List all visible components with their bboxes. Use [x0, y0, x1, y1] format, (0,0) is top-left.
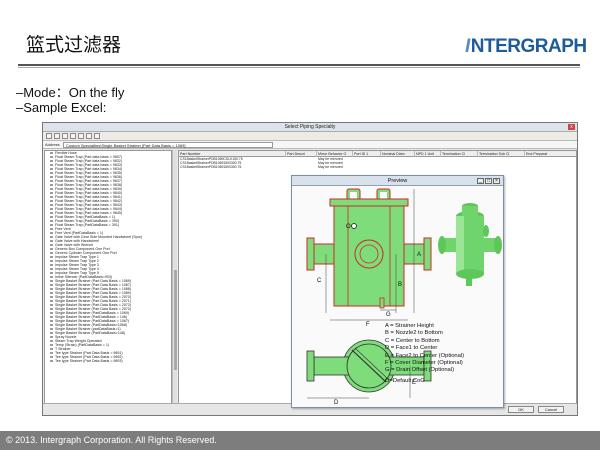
preview-window: Preview _ □ × O A B C G F D E A = Strain… — [291, 175, 504, 408]
inlet-nozzle — [313, 243, 335, 265]
minimize-icon[interactable]: _ — [477, 178, 484, 184]
specialty-tree[interactable]: Flexible Hose Float Steam Trap (Part data… — [44, 150, 172, 404]
legend-item: F = Cover Diameter (Optional) — [385, 360, 463, 367]
grid-row[interactable]: CS1BasketStrainerPDB10691500300.75 May be… — [179, 165, 576, 169]
title-rule-thin — [18, 67, 580, 68]
svg-text:G: G — [386, 312, 391, 318]
footer-bar: © 2013. Intergraph Corporation. All Righ… — [0, 431, 600, 450]
bullet-mode: –Mode：On the fly — [16, 85, 125, 100]
address-bar: Address Custom Specialties\Single Basket… — [43, 141, 577, 149]
cover-flange — [329, 198, 409, 207]
cog-marker — [351, 223, 357, 229]
legend-item: O=Default CoG — [385, 377, 425, 384]
svg-text:C: C — [317, 278, 322, 284]
svg-text:O: O — [346, 224, 351, 230]
grid-cell: CS1BasketStrainerPDB10691500300.75 — [180, 165, 242, 169]
address-input[interactable]: Custom Specialties\Single Basket Straine… — [63, 142, 273, 148]
window-title: Select Piping Specialty — [284, 124, 336, 130]
drain — [379, 297, 385, 309]
dimension-legend: A = Strainer Height B = Nozzle2 to Botto… — [385, 323, 464, 385]
list-view-icon[interactable] — [70, 133, 76, 139]
window-close-button[interactable]: x — [568, 124, 575, 130]
grid-body: CS1BasketStrainerPDB1069CSLK150.75 May be… — [179, 157, 576, 169]
copyright-text: © 2013. Intergraph Corporation. All Righ… — [6, 435, 217, 445]
title-rule — [18, 64, 580, 66]
grid-cell: May be mirrored — [318, 165, 343, 169]
legend-item: A = Strainer Height — [385, 323, 434, 329]
ok-button[interactable]: OK — [508, 406, 534, 413]
legend-item: B = Nozzle2 to Bottom — [385, 330, 443, 337]
forward-icon[interactable] — [54, 133, 60, 139]
svg-text:D: D — [334, 400, 339, 406]
cancel-button[interactable]: Cancel — [538, 406, 564, 413]
tree-item[interactable]: Tee type Strainer (Part Data Basis = 989… — [45, 359, 171, 363]
tree-scroll-thumb[interactable] — [174, 270, 177, 370]
help-icon[interactable] — [94, 133, 100, 139]
window-titlebar: Select Piping Specialty x — [43, 123, 577, 132]
legend-item: C = Center to Bottom — [385, 337, 440, 344]
close-icon[interactable]: × — [493, 178, 500, 184]
maximize-icon[interactable]: □ — [485, 178, 492, 184]
bullet-sample-excel: –Sample Excel: — [16, 100, 107, 115]
intergraph-logo: INTERGRAPH — [465, 36, 587, 57]
back-icon[interactable] — [46, 133, 52, 139]
svg-text:F: F — [366, 322, 370, 328]
inlet-flange — [306, 237, 315, 271]
slide-title: 篮式过滤器 — [26, 34, 122, 56]
details-view-icon[interactable] — [78, 133, 84, 139]
filter-icon[interactable] — [86, 133, 92, 139]
up-folder-icon[interactable] — [62, 133, 68, 139]
select-piping-specialty-window: Select Piping Specialty x Address Custom… — [42, 122, 578, 416]
svg-text:B: B — [398, 282, 402, 288]
strainer-3d-view — [438, 203, 502, 286]
window-toolbar — [43, 132, 577, 141]
legend-item: E = Face2 to Center (Optional) — [385, 352, 465, 359]
strainer-side-view: O A B C G F — [306, 188, 432, 328]
preview-title: Preview — [387, 178, 408, 184]
preview-titlebar: Preview _ □ × — [292, 176, 503, 186]
svg-text:A: A — [417, 252, 421, 258]
legend-item: D = Face1 to Center — [385, 345, 438, 352]
legend-item: G = Drain Offset (Optional) — [385, 367, 454, 374]
tree-scrollbar[interactable] — [172, 150, 177, 404]
outlet-flange — [423, 237, 432, 271]
address-label: Address — [45, 142, 60, 147]
